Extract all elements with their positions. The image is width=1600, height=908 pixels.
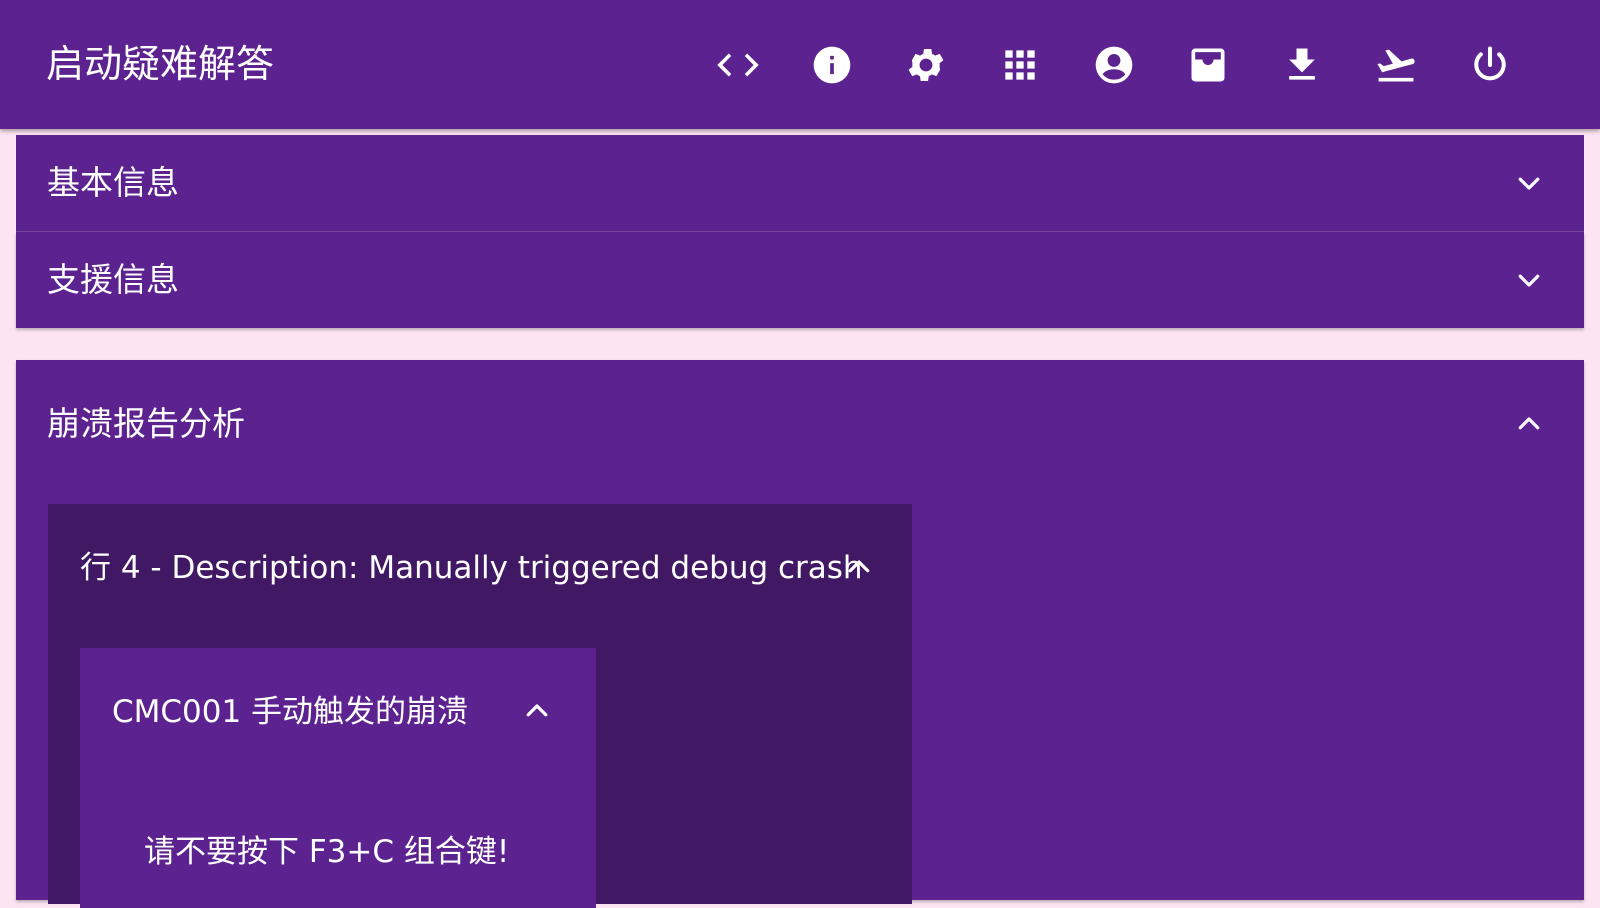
info-icon — [813, 46, 851, 84]
section-support-info: 支援信息 — [16, 232, 1584, 328]
chevron-up-icon — [1514, 409, 1544, 439]
code-button[interactable] — [712, 40, 764, 90]
app-bar: 启动疑难解答 — [0, 0, 1600, 129]
chevron-down-icon — [1514, 265, 1544, 295]
info-button[interactable] — [806, 40, 858, 90]
crash-code-label: CMC001 手动触发的崩溃 — [112, 694, 469, 730]
section-crash-analysis: 崩溃报告分析 行 4 - Description: Manually trigg… — [16, 360, 1584, 908]
section-basic-info-label: 基本信息 — [47, 163, 179, 202]
takeoff-button[interactable] — [1370, 40, 1422, 90]
section-basic-info: 基本信息 — [16, 135, 1584, 232]
crash-code-panel: CMC001 手动触发的崩溃 请不要按下 F3+C 组合键! — [80, 648, 596, 908]
power-button[interactable] — [1464, 40, 1516, 90]
download-icon — [1289, 48, 1315, 80]
inbox-button[interactable] — [1182, 40, 1234, 90]
toolbar — [712, 40, 1548, 90]
section-crash-analysis-header[interactable]: 崩溃报告分析 — [16, 360, 1584, 484]
account-icon — [1095, 46, 1133, 84]
crash-code-description: 请不要按下 F3+C 组合键! — [144, 834, 510, 870]
section-crash-analysis-label: 崩溃报告分析 — [47, 404, 245, 443]
download-button[interactable] — [1276, 40, 1328, 90]
chevron-up-icon — [522, 696, 552, 726]
settings-button[interactable] — [900, 40, 952, 90]
crash-row-label: 行 4 - Description: Manually triggered de… — [80, 550, 863, 586]
flight-takeoff-icon — [1377, 49, 1415, 82]
account-button[interactable] — [1088, 40, 1140, 90]
apps-grid-icon — [1005, 50, 1035, 80]
crash-row-panel: 行 4 - Description: Manually triggered de… — [48, 504, 912, 908]
section-support-info-label: 支援信息 — [47, 260, 179, 299]
section-support-info-header[interactable]: 支援信息 — [16, 232, 1584, 328]
app-title: 启动疑难解答 — [46, 42, 275, 86]
crash-code-header[interactable]: CMC001 手动触发的崩溃 — [80, 648, 596, 778]
gear-icon — [908, 49, 944, 81]
crash-row-header[interactable]: 行 4 - Description: Manually triggered de… — [48, 504, 912, 634]
power-icon — [1474, 46, 1506, 81]
chevron-up-icon — [844, 552, 874, 582]
apps-button[interactable] — [994, 40, 1046, 90]
section-basic-info-header[interactable]: 基本信息 — [16, 135, 1584, 231]
code-icon — [717, 53, 759, 77]
inbox-icon — [1191, 48, 1225, 82]
chevron-down-icon — [1514, 168, 1544, 198]
